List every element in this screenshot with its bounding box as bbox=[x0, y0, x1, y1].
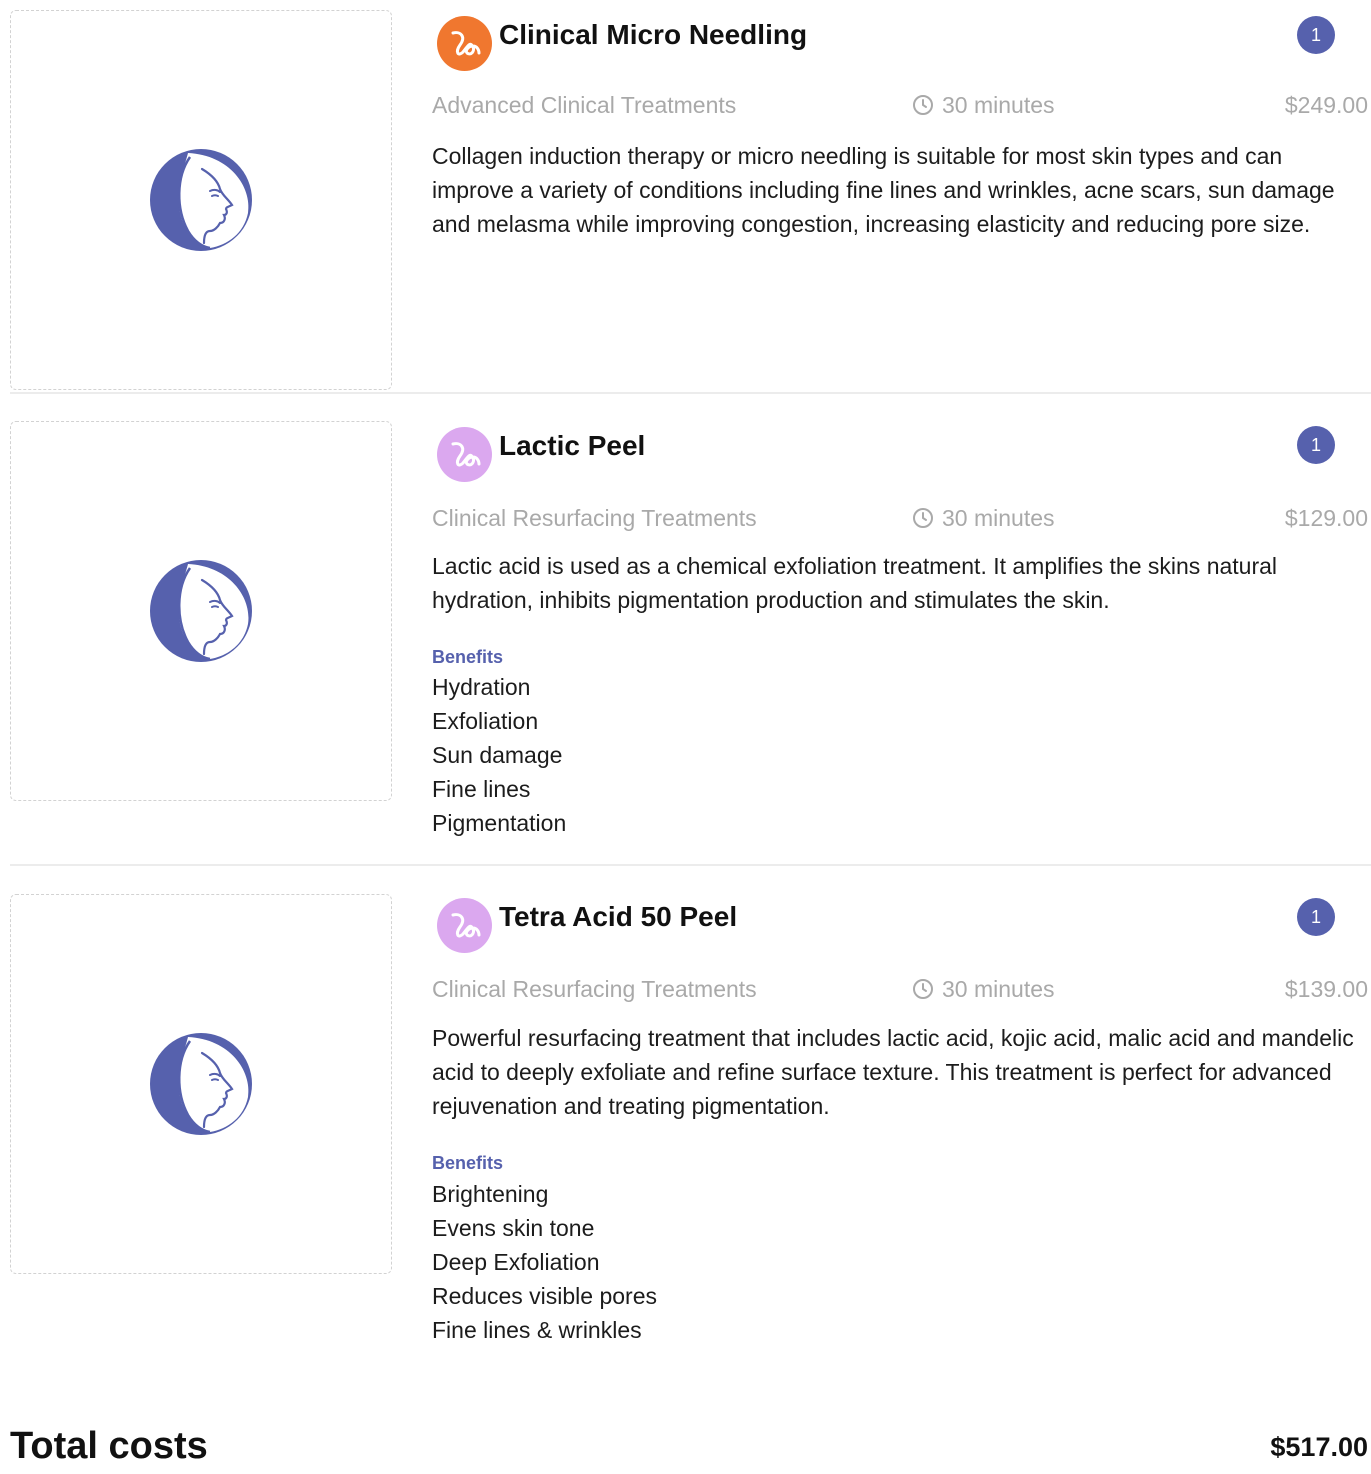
treatment-price: $139.00 bbox=[1284, 976, 1368, 1002]
total-costs-value: $517.00 bbox=[1270, 1432, 1368, 1462]
benefits-list: Hydration Exfoliation Sun damage Fine li… bbox=[432, 670, 566, 840]
brand-swirl-icon bbox=[437, 427, 492, 482]
clock-icon bbox=[913, 979, 933, 999]
treatment-category: Advanced Clinical Treatments bbox=[432, 92, 737, 118]
benefit-item: Fine lines & wrinkles bbox=[432, 1317, 642, 1343]
treatment-description: Lactic acid is used as a chemical exfoli… bbox=[432, 553, 1278, 613]
benefits-heading: Benefits bbox=[432, 647, 504, 667]
treatment-duration: 30 minutes bbox=[912, 504, 1055, 532]
treatment-category: Clinical Resurfacing Treatments bbox=[432, 505, 757, 531]
treatment-thumbnail bbox=[10, 894, 392, 1274]
duration-text: 30 minutes bbox=[942, 505, 1055, 531]
treatment-thumbnail bbox=[10, 10, 392, 390]
treatment-description: Collagen induction therapy or micro need… bbox=[432, 143, 1335, 237]
treatment-title[interactable]: Clinical Micro Needling bbox=[499, 18, 807, 52]
benefit-item: Hydration bbox=[432, 674, 531, 700]
treatment-title[interactable]: Lactic Peel bbox=[499, 429, 645, 463]
duration-text: 30 minutes bbox=[942, 976, 1055, 1002]
benefit-item: Reduces visible pores bbox=[432, 1283, 658, 1309]
benefit-item: Brightening bbox=[432, 1181, 549, 1207]
face-profile-icon bbox=[150, 149, 252, 251]
benefits-list: Brightening Evens skin tone Deep Exfolia… bbox=[432, 1177, 657, 1347]
benefit-item: Fine lines bbox=[432, 776, 531, 802]
treatment-price: $129.00 bbox=[1284, 505, 1368, 531]
quantity-badge: 1 bbox=[1297, 898, 1335, 936]
card-divider bbox=[10, 864, 1371, 866]
total-costs-label: Total costs bbox=[10, 1425, 208, 1467]
duration-text: 30 minutes bbox=[942, 92, 1055, 118]
benefit-item: Exfoliation bbox=[432, 708, 539, 734]
quantity-badge: 1 bbox=[1297, 426, 1335, 464]
treatment-description: Powerful resurfacing treatment that incl… bbox=[432, 1025, 1354, 1119]
treatment-duration: 30 minutes bbox=[912, 975, 1055, 1003]
clock-icon bbox=[913, 508, 933, 528]
brand-swirl-icon bbox=[437, 16, 492, 71]
quantity-badge: 1 bbox=[1297, 16, 1335, 54]
treatment-title[interactable]: Tetra Acid 50 Peel bbox=[499, 900, 737, 934]
benefit-item: Pigmentation bbox=[432, 810, 567, 836]
treatment-duration: 30 minutes bbox=[912, 91, 1055, 119]
benefits-heading: Benefits bbox=[432, 1153, 504, 1173]
benefit-item: Evens skin tone bbox=[432, 1215, 595, 1241]
benefit-item: Deep Exfoliation bbox=[432, 1249, 600, 1275]
face-profile-icon bbox=[150, 560, 252, 662]
brand-swirl-icon bbox=[437, 898, 492, 953]
clock-icon bbox=[913, 95, 933, 115]
card-divider bbox=[10, 392, 1371, 394]
face-profile-icon bbox=[150, 1033, 252, 1135]
treatment-category: Clinical Resurfacing Treatments bbox=[432, 976, 757, 1002]
treatment-thumbnail bbox=[10, 421, 392, 801]
benefit-item: Sun damage bbox=[432, 742, 563, 768]
treatment-price: $249.00 bbox=[1284, 92, 1368, 118]
